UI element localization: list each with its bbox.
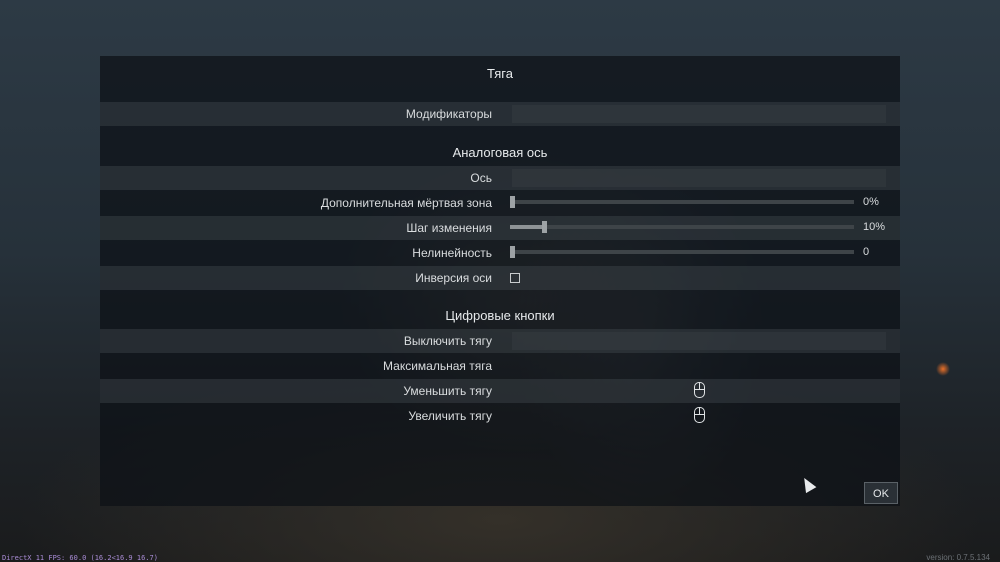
fps-readout: DirectX 11 FPS: 60.0 (16.2<16.9 16.7) [2,554,158,562]
step-label: Шаг изменения [406,221,492,235]
step-slider[interactable] [510,221,854,233]
nonlinearity-label: Нелинейность [412,246,492,260]
max-throttle-label: Максимальная тяга [383,359,492,373]
step-slider-handle[interactable] [542,221,547,233]
axis-row[interactable]: Ось [100,166,900,190]
invert-axis-label: Инверсия оси [415,271,492,285]
digital-item-decrease-throttle[interactable]: Уменьшить тягу [100,379,900,403]
nonlinearity-value: 0 [863,246,870,258]
deadzone-row: Дополнительная мёртвая зона 0% [100,191,900,215]
background-ember [936,362,950,376]
version-label: version: 0.7.5.134 [926,553,990,562]
analog-axis-heading: Аналоговая ось [452,145,548,160]
invert-axis-checkbox[interactable] [510,273,520,283]
digital-item-throttle-off[interactable]: Выключить тягу [100,329,900,353]
nonlinearity-slider-handle[interactable] [510,246,515,258]
ok-button[interactable]: OK [864,482,898,504]
panel-title: Тяга [487,66,513,81]
mouse-icon [694,382,705,398]
mouse-icon [694,407,705,423]
digital-item-max-throttle[interactable]: Максимальная тяга [100,354,900,378]
deadzone-value: 0% [863,196,879,208]
throttle-off-label: Выключить тягу [403,334,492,348]
nonlinearity-slider[interactable] [510,246,854,258]
deadzone-slider[interactable] [510,196,854,208]
modifiers-binding-field[interactable] [512,105,886,123]
control-settings-panel: Тяга Модификаторы Аналоговая ось Ось Доп… [100,56,900,506]
nonlinearity-row: Нелинейность 0 [100,241,900,265]
digital-item-increase-throttle[interactable]: Увеличить тягу [100,404,900,428]
deadzone-label: Дополнительная мёртвая зона [320,196,492,210]
increase-throttle-label: Увеличить тягу [408,409,492,423]
modifiers-label: Модификаторы [405,107,492,121]
deadzone-slider-handle[interactable] [510,196,515,208]
modifiers-row[interactable]: Модификаторы [100,102,900,126]
axis-label: Ось [470,171,492,185]
digital-buttons-heading: Цифровые кнопки [445,308,555,323]
invert-axis-row: Инверсия оси [100,266,900,290]
step-slider-fill [510,225,544,229]
axis-binding-field[interactable] [512,169,886,187]
throttle-off-binding-field[interactable] [512,332,886,350]
step-row: Шаг изменения 10% [100,216,900,240]
decrease-throttle-label: Уменьшить тягу [403,384,492,398]
step-value: 10% [863,221,886,233]
